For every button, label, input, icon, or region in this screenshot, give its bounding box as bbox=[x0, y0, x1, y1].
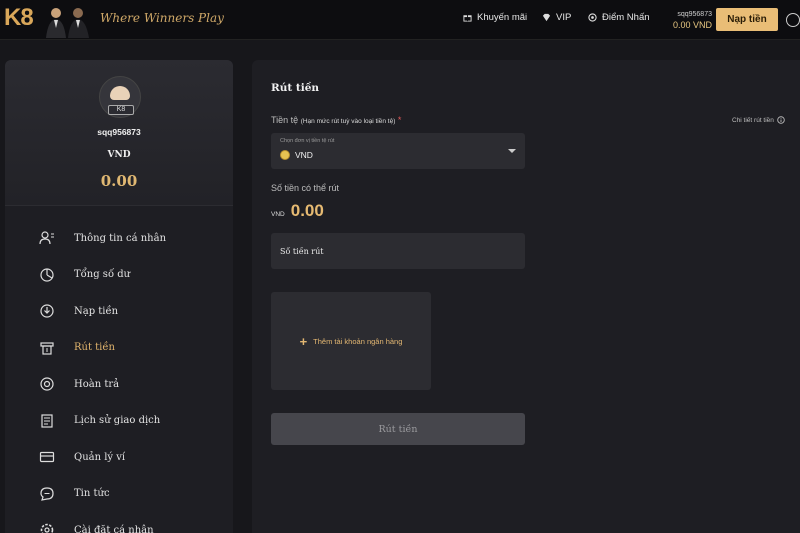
sidebar-item-label: Hoàn trả bbox=[74, 378, 120, 390]
deposit-icon bbox=[39, 303, 55, 319]
settings-icon bbox=[39, 522, 55, 533]
withdraw-details-label: Chi tiết rút tiền bbox=[732, 116, 774, 124]
currency-note: (Hạn mức rút tuỳ vào loại tiền tệ) bbox=[300, 118, 396, 125]
pie-chart-icon bbox=[39, 267, 55, 283]
sidebar-item-history[interactable]: Lịch sử giao dịch bbox=[5, 403, 233, 440]
history-icon bbox=[39, 413, 55, 429]
diamond-icon bbox=[542, 13, 551, 22]
page-title: Rút tiền bbox=[271, 82, 320, 94]
withdraw-amount-input[interactable] bbox=[271, 233, 525, 269]
avatar[interactable]: K8 bbox=[99, 76, 141, 118]
sidebar-item-label: Quản lý ví bbox=[74, 451, 126, 463]
sidebar-item-rebate[interactable]: Hoàn trả bbox=[5, 366, 233, 403]
nav-vip[interactable]: VIP bbox=[542, 12, 571, 23]
deposit-button[interactable]: Nạp tiền bbox=[716, 8, 778, 31]
account-summary[interactable]: sqq956873 0.00 VND bbox=[668, 10, 712, 30]
currency-select-placeholder: Chọn đơn vị tiền tệ rút bbox=[280, 138, 335, 144]
add-bank-account-button[interactable]: + Thêm tài khoản ngân hàng bbox=[271, 292, 431, 390]
withdraw-details-link[interactable]: Chi tiết rút tiền bbox=[732, 116, 785, 124]
currency-select[interactable]: Chọn đơn vị tiền tệ rút VND bbox=[271, 133, 525, 169]
profile-username: sqq956873 bbox=[97, 127, 141, 137]
currency-select-value: VND bbox=[280, 150, 313, 160]
sidebar-item-label: Nạp tiền bbox=[74, 305, 119, 317]
info-icon bbox=[777, 116, 785, 124]
profile-currency: VND bbox=[107, 150, 131, 160]
wallet-icon bbox=[39, 449, 55, 465]
gift-icon bbox=[463, 14, 472, 22]
sidebar-item-wallet[interactable]: Quản lý ví bbox=[5, 439, 233, 476]
sidebar-item-deposit[interactable]: Nạp tiền bbox=[5, 293, 233, 330]
available-amount: VND 0.00 bbox=[271, 201, 324, 221]
avatar-tag: K8 bbox=[108, 105, 134, 115]
k8-logo[interactable]: K8 bbox=[4, 4, 34, 32]
chat-icon bbox=[39, 486, 55, 502]
sidebar-item-withdraw[interactable]: Rút tiền bbox=[5, 330, 233, 367]
currency-select-text: VND bbox=[295, 150, 313, 160]
available-label: Số tiền có thể rút bbox=[271, 183, 340, 193]
sidebar-item-label: Thông tin cá nhân bbox=[74, 232, 167, 244]
sidebar-item-label: Cài đặt cá nhân bbox=[74, 524, 154, 533]
available-value: 0.00 bbox=[290, 201, 324, 220]
withdraw-icon bbox=[39, 340, 55, 356]
sidebar-item-settings[interactable]: Cài đặt cá nhân bbox=[5, 512, 233, 533]
sidebar-item-personal-info[interactable]: Thông tin cá nhân bbox=[5, 220, 233, 257]
withdraw-panel: Rút tiền Tiền tệ (Hạn mức rút tuỳ vào lo… bbox=[252, 60, 800, 533]
account-balance: 0.00 VND bbox=[672, 20, 712, 30]
available-currency: VND bbox=[271, 211, 285, 218]
plus-icon: + bbox=[299, 333, 308, 349]
sidebar-item-total-balance[interactable]: Tổng số dư bbox=[5, 257, 233, 294]
sidebar-item-label: Lịch sử giao dịch bbox=[74, 415, 161, 427]
nav-promotions-label: Khuyến mãi bbox=[477, 12, 528, 23]
required-mark: * bbox=[397, 115, 402, 125]
coin-icon bbox=[280, 150, 290, 160]
sidebar-menu: Thông tin cá nhân Tổng số dư Nạp tiền Rú… bbox=[5, 220, 233, 533]
slogan: Where Winners Play bbox=[100, 11, 224, 25]
star-icon bbox=[588, 13, 597, 22]
profile-card: K8 sqq956873 VND 0.00 bbox=[5, 60, 233, 206]
ambassadors-image bbox=[46, 8, 89, 38]
sidebar-item-news[interactable]: Tin tức bbox=[5, 476, 233, 513]
top-bar: K8 Where Winners Play Khuyến mãi VIP Điể… bbox=[0, 0, 800, 40]
account-username: sqq956873 bbox=[677, 11, 712, 18]
withdraw-submit-button[interactable]: Rút tiền bbox=[271, 413, 525, 445]
currency-label: Tiền tệ (Hạn mức rút tuỳ vào loại tiền t… bbox=[271, 115, 401, 125]
nav-vip-label: VIP bbox=[556, 12, 572, 23]
sidebar-item-label: Tin tức bbox=[74, 488, 110, 500]
sidebar: K8 sqq956873 VND 0.00 Thông tin cá nhân … bbox=[5, 60, 233, 533]
sidebar-item-label: Rút tiền bbox=[74, 342, 115, 354]
add-bank-account-label: Thêm tài khoản ngân hàng bbox=[313, 336, 403, 346]
rebate-icon bbox=[39, 376, 55, 392]
currency-label-text: Tiền tệ bbox=[271, 115, 299, 125]
sidebar-item-label: Tổng số dư bbox=[74, 269, 131, 281]
profile-balance: 0.00 bbox=[100, 172, 138, 190]
nav-highlights-label: Điểm Nhấn bbox=[602, 12, 650, 23]
nav-promotions[interactable]: Khuyến mãi bbox=[463, 12, 527, 23]
nav-highlights[interactable]: Điểm Nhấn bbox=[588, 12, 650, 23]
user-icon[interactable] bbox=[786, 13, 800, 27]
avatar-image bbox=[110, 86, 130, 100]
chevron-down-icon bbox=[508, 149, 516, 153]
user-list-icon bbox=[39, 230, 55, 246]
